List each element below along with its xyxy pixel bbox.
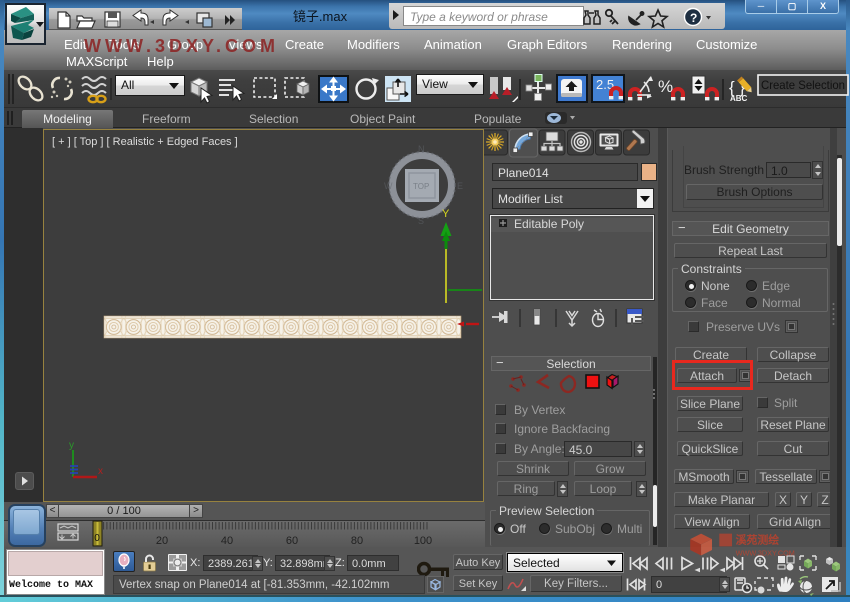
svg-text:20: 20: [156, 535, 168, 547]
svg-text:Create Selection: Create Selection: [761, 78, 845, 92]
svg-text:Y: Y: [442, 208, 450, 220]
svg-text:WWW.3DXY.COM: WWW.3DXY.COM: [736, 548, 795, 557]
svg-text:E: E: [457, 181, 463, 191]
svg-text:x: x: [98, 466, 103, 477]
svg-text:溪苑测绘: 溪苑测绘: [736, 533, 780, 547]
svg-text:100: 100: [414, 535, 432, 547]
svg-text:S: S: [418, 216, 424, 226]
svg-text:W: W: [384, 181, 393, 191]
svg-text:y: y: [69, 440, 74, 451]
svg-text:N: N: [418, 144, 425, 154]
svg-text:0: 0: [94, 533, 100, 544]
svg-text:TOP: TOP: [413, 182, 429, 191]
svg-text:ABC: ABC: [730, 94, 748, 103]
svg-text:60: 60: [286, 535, 298, 547]
svg-text:%: %: [658, 77, 673, 96]
svg-text:?: ?: [690, 11, 697, 25]
svg-text:80: 80: [351, 535, 363, 547]
svg-text:40: 40: [221, 535, 233, 547]
